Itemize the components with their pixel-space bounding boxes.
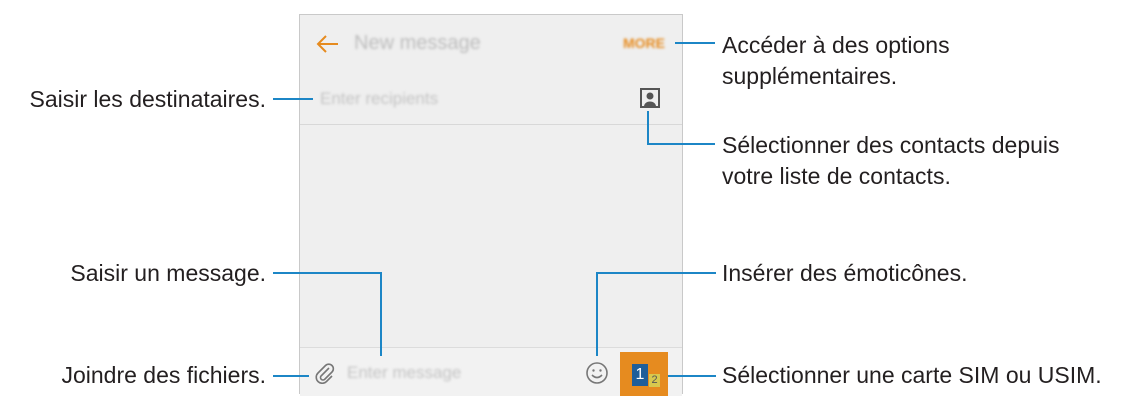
callout-line-contacts-v [647, 111, 649, 144]
annotation-message: Saisir un message. [70, 260, 266, 286]
callout-line-message-v [380, 272, 382, 356]
recipient-bar: Enter recipients [300, 73, 682, 125]
emoticon-icon[interactable] [585, 361, 609, 385]
app-header: New message MORE [300, 15, 682, 73]
back-arrow-icon[interactable] [316, 34, 340, 54]
callout-line-emoticons-v [596, 272, 598, 356]
message-compose-screen: New message MORE Enter recipients Enter … [299, 14, 683, 396]
sim-primary-badge: 1 [632, 364, 648, 386]
callout-line-attach [273, 375, 309, 377]
callout-line-emoticons-h [596, 272, 716, 274]
compose-bar: Enter message 1 2 [300, 347, 682, 396]
annotation-sim: Sélectionner une carte SIM ou USIM. [722, 362, 1102, 388]
annotation-contacts-line2: votre liste de contacts. [722, 163, 951, 189]
callout-line-recipients [273, 98, 313, 100]
annotation-attach: Joindre des fichiers. [61, 362, 266, 388]
more-button[interactable]: MORE [623, 35, 665, 51]
message-input[interactable]: Enter message [347, 363, 461, 383]
sim-secondary-badge: 2 [649, 374, 660, 387]
callout-line-message-h [273, 272, 381, 274]
annotation-contacts-line1: Sélectionner des contacts depuis [722, 132, 1060, 158]
callout-line-contacts-h [647, 143, 715, 145]
recipient-input[interactable]: Enter recipients [320, 89, 438, 109]
annotation-emoticons: Insérer des émoticônes. [722, 260, 968, 286]
screen-title: New message [354, 32, 481, 54]
paperclip-icon[interactable] [314, 362, 336, 384]
annotation-recipients: Saisir les destinataires. [29, 86, 267, 112]
contacts-icon[interactable] [640, 88, 660, 108]
annotation-more-line2: supplémentaires. [722, 63, 898, 89]
callout-line-sim [668, 375, 716, 377]
annotation-more-line1: Accéder à des options [722, 32, 950, 58]
sim-select-button[interactable]: 1 2 [620, 352, 668, 396]
callout-line-more [675, 42, 715, 44]
